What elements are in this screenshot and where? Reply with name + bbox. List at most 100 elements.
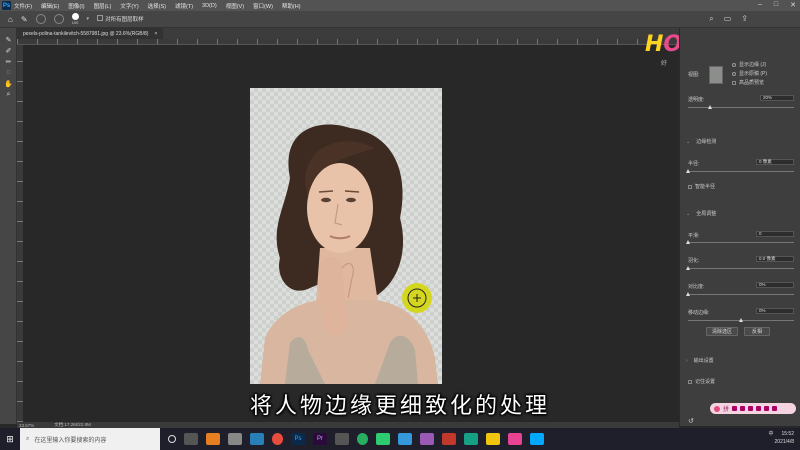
app-icon-4[interactable] [335, 433, 349, 445]
show-edge-radio[interactable] [732, 62, 736, 67]
chrome-icon[interactable] [272, 433, 283, 445]
document-title: pexels-polina-tankilevitch-5587981.jpg @… [23, 30, 149, 37]
remember-settings-option[interactable]: 记住设置 [688, 378, 715, 385]
quick-select-tool-icon[interactable]: ✎ [0, 34, 17, 45]
photoshop-logo: Ps [2, 1, 11, 10]
zoom-tool-icon[interactable]: ⌕ [0, 89, 17, 100]
ime-language-indicator[interactable]: 中 [768, 431, 773, 437]
sample-all-layers-checkbox[interactable] [97, 15, 104, 21]
show-original-radio[interactable] [732, 71, 736, 76]
show-original-option[interactable]: 显示原稿 (P) [732, 70, 767, 77]
brush-tool-icon[interactable]: ✏ [0, 56, 17, 67]
smooth-input[interactable]: 0 [756, 231, 794, 237]
show-edge-option[interactable]: 显示边缘 (J) [732, 61, 766, 68]
app-icon-6[interactable] [398, 433, 412, 445]
premiere-icon[interactable]: Pr [313, 433, 327, 445]
app-icon-11[interactable] [508, 433, 522, 445]
remember-settings-checkbox[interactable] [688, 379, 692, 384]
app-icon-8[interactable] [442, 433, 456, 445]
brush-tool-icon[interactable]: ✎ [21, 15, 28, 24]
app-icon-10[interactable] [486, 433, 500, 445]
minimize-icon[interactable]: – [758, 1, 762, 9]
menu-select[interactable]: 选择(S) [148, 2, 166, 10]
tools-panel: ✎ ✐ ✏ ◌ ✋ ⌕ [0, 28, 17, 424]
hq-preview-checkbox[interactable] [732, 80, 736, 85]
canvas-area[interactable] [23, 45, 679, 422]
menu-type[interactable]: 文字(Y) [120, 2, 138, 10]
add-mode-icon[interactable] [35, 14, 46, 24]
menu-layer[interactable]: 图层(L) [94, 2, 112, 10]
shift-edge-slider[interactable] [688, 318, 794, 322]
system-tray[interactable]: 中 15:52 2021/4/8 [768, 430, 794, 446]
smooth-knob[interactable] [686, 240, 690, 244]
search-icon[interactable]: ⌕ [709, 14, 713, 24]
brush-preview[interactable]: 100 [71, 13, 79, 25]
radius-input[interactable]: 0 像素 [756, 159, 794, 165]
portrait-photo[interactable] [250, 88, 442, 384]
hand-tool-icon[interactable]: ✋ [0, 78, 17, 89]
menu-filter[interactable]: 滤镜(T) [175, 2, 193, 10]
contrast-knob[interactable] [686, 292, 690, 296]
invert-button[interactable]: 反相 [744, 327, 770, 336]
menu-file[interactable]: 文件(F) [14, 2, 32, 10]
app-icon-2[interactable] [228, 433, 242, 445]
clock-time: 15:52 [781, 431, 794, 437]
start-icon[interactable]: ⊞ [0, 428, 20, 450]
document-tab[interactable]: pexels-polina-tankilevitch-5587981.jpg @… [17, 28, 164, 39]
feather-label: 羽化: [688, 258, 700, 264]
share-icon[interactable]: ⇪ [741, 14, 748, 24]
home-icon[interactable]: ⌂ [8, 15, 13, 24]
feather-input[interactable]: 0.0 像素 [756, 256, 794, 262]
edge-detect-title: 边缘检测 [696, 139, 717, 145]
radius-slider[interactable] [686, 169, 794, 173]
smooth-slider[interactable] [686, 240, 794, 244]
workspace-icon[interactable]: ▭ [724, 14, 732, 24]
app-icon-9[interactable] [464, 433, 478, 445]
edge-detect-header[interactable]: ⌄ 边缘检测 [686, 138, 717, 146]
opacity-knob[interactable] [708, 105, 712, 109]
close-tab-icon[interactable]: × [154, 31, 157, 37]
wechat-icon[interactable] [376, 433, 390, 445]
windows-taskbar: ⊞ ⌕ 在这里输入你要搜索的内容 Ps Pr 中 15:52 2021/4/8 [0, 428, 800, 450]
lasso-tool-icon[interactable]: ◌ [0, 67, 17, 78]
taskbar-search[interactable]: ⌕ 在这里输入你要搜索的内容 [20, 428, 160, 450]
contrast-slider[interactable] [686, 292, 794, 296]
task-view-icon[interactable] [184, 433, 198, 445]
zoom-level[interactable]: 23.57% [19, 423, 34, 428]
subtract-mode-icon[interactable] [53, 14, 64, 24]
radius-knob[interactable] [686, 169, 690, 173]
photoshop-icon[interactable]: Ps [291, 433, 305, 445]
output-settings-header[interactable]: › 输出设置 [686, 357, 714, 365]
hq-preview-option[interactable]: 高品质预览 [732, 79, 764, 86]
maximize-icon[interactable]: □ [774, 1, 778, 9]
brush-size-dropdown-icon[interactable]: ▾ [87, 16, 90, 22]
menu-view[interactable]: 视图(V) [226, 2, 244, 10]
smart-radius-checkbox[interactable] [688, 184, 692, 189]
global-adjust-header[interactable]: ⌄ 全局调整 [686, 210, 716, 218]
opacity-input[interactable]: 20% [760, 95, 794, 101]
smart-radius-option[interactable]: 智能半径 [688, 183, 715, 190]
cortana-icon[interactable] [168, 435, 176, 443]
refine-edge-brush-icon[interactable]: ✐ [0, 45, 17, 56]
output-settings-title: 输出设置 [693, 358, 714, 364]
app-icon-7[interactable] [420, 433, 434, 445]
feather-knob[interactable] [686, 266, 690, 270]
search-placeholder: 在这里输入你要搜索的内容 [34, 437, 107, 444]
view-mode-thumbnail[interactable] [709, 66, 723, 84]
menu-window[interactable]: 窗口(W) [253, 2, 273, 10]
menu-help[interactable]: 帮助(H) [282, 2, 301, 10]
clear-selection-button[interactable]: 清除选区 [706, 327, 738, 336]
app-icon-3[interactable] [250, 433, 264, 445]
app-icon-1[interactable] [206, 433, 220, 445]
app-icon-5[interactable] [357, 433, 368, 445]
close-icon[interactable]: ✕ [790, 1, 796, 9]
shift-edge-knob[interactable] [739, 318, 743, 322]
menu-3d[interactable]: 3D(D) [202, 3, 217, 9]
contrast-input[interactable]: 0% [756, 282, 794, 288]
shift-edge-input[interactable]: 0% [756, 308, 794, 314]
menu-image[interactable]: 图像(I) [68, 2, 84, 10]
menu-edit[interactable]: 编辑(E) [41, 2, 59, 10]
opacity-slider[interactable] [688, 105, 794, 109]
feather-slider[interactable] [686, 266, 794, 270]
app-icon-12[interactable] [530, 433, 544, 445]
